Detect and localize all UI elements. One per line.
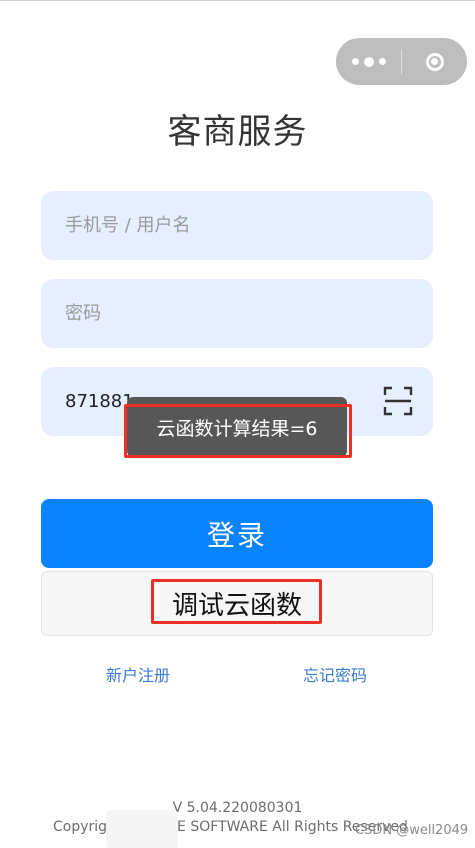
scan-icon[interactable]	[383, 386, 413, 416]
top-divider	[0, 0, 475, 1]
toast-highlight-box	[124, 404, 352, 458]
register-link[interactable]: 新户注册	[106, 662, 170, 686]
login-button[interactable]: 登录	[41, 499, 433, 568]
blurred-region	[106, 810, 178, 848]
target-circle-icon[interactable]	[402, 52, 467, 71]
username-field[interactable]	[41, 191, 433, 260]
password-input[interactable]	[65, 279, 385, 348]
page-title: 客商服务	[167, 112, 308, 152]
username-input[interactable]	[65, 191, 385, 260]
copyright-left: Copyrig	[53, 819, 108, 835]
debug-highlight-box	[151, 579, 322, 624]
mini-program-capsule	[336, 38, 467, 85]
watermark: CSDN @well2049	[355, 823, 469, 838]
more-dots-icon[interactable]	[336, 56, 401, 67]
password-field[interactable]	[41, 279, 433, 348]
version-text: V 5.04.220080301	[172, 800, 303, 816]
forgot-password-link[interactable]: 忘记密码	[303, 662, 367, 686]
